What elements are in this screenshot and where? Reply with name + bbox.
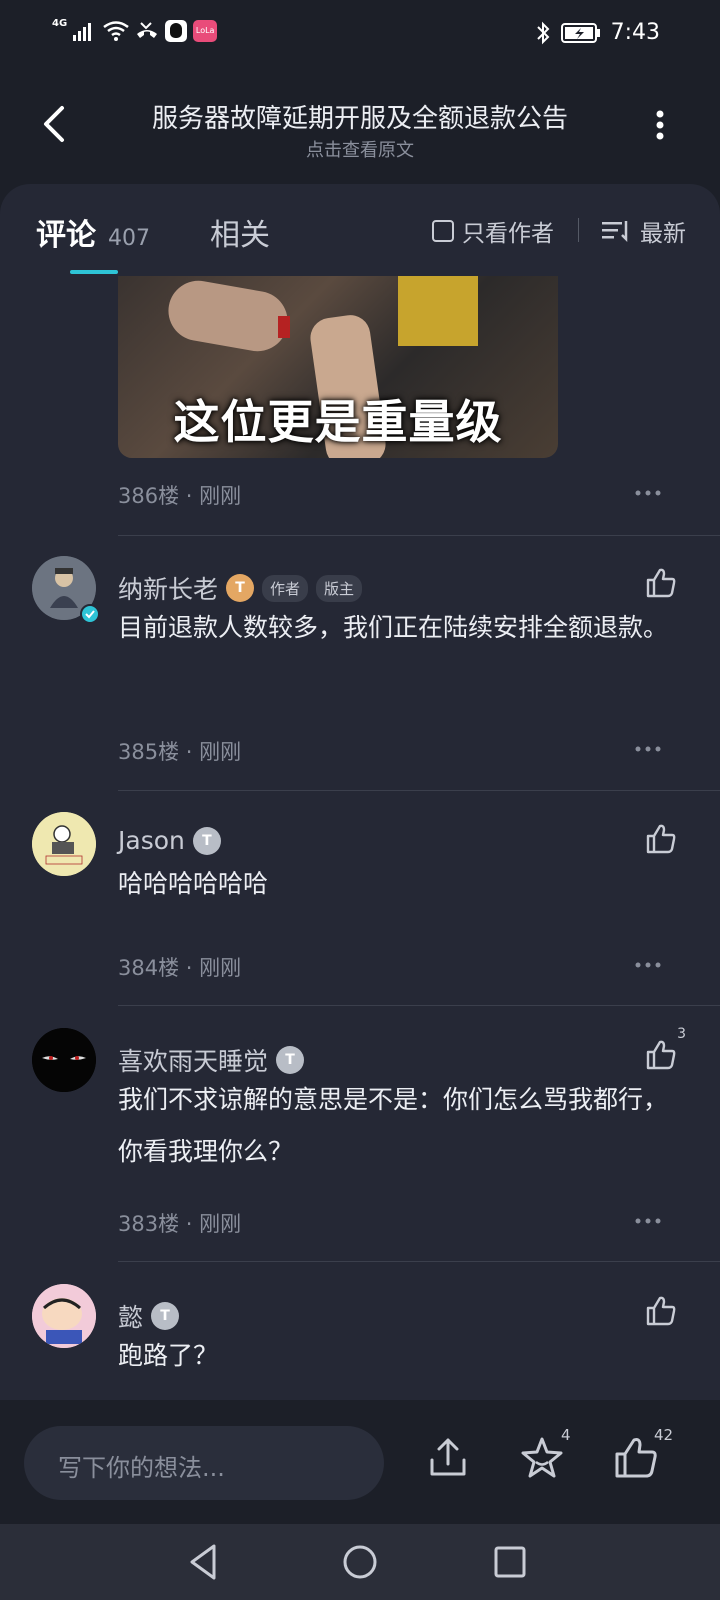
status-left-icons: 4G LoLa (52, 17, 218, 42)
network-type: 4G (52, 17, 68, 29)
like-icon[interactable] (644, 1294, 678, 1328)
sort-label: 最新 (640, 221, 686, 247)
status-bar: 4G LoLa 7:43 (0, 0, 720, 72)
comment-image[interactable]: 这位更是重量级 (118, 276, 558, 458)
bottom-action-bar: 写下你的想法... 4 42 (0, 1400, 720, 1524)
username[interactable]: 懿 (118, 1298, 143, 1334)
image-detail (163, 276, 293, 356)
more-horizontal-icon[interactable] (634, 488, 662, 498)
battery-charging-icon (560, 22, 600, 43)
level-badge-icon: T (226, 574, 255, 602)
comment-header: 纳新长老 T 作者 版主 (118, 570, 363, 606)
like-post-icon[interactable] (612, 1434, 660, 1482)
image-detail (278, 316, 290, 338)
author-only-filter[interactable]: 只看作者 (432, 214, 554, 248)
more-vertical-icon[interactable] (650, 108, 670, 142)
nav-home-icon[interactable] (338, 1540, 382, 1584)
avatar-dark-eyes (32, 1028, 96, 1092)
back-arrow-icon[interactable] (36, 102, 76, 146)
verified-icon (80, 604, 100, 624)
header: 服务器故障延期开服及全额退款公告 点击查看原文 (0, 72, 720, 182)
image-caption: 这位更是重量级 (173, 395, 503, 449)
share-icon[interactable] (424, 1434, 472, 1482)
tab-related[interactable]: 相关 (210, 210, 270, 254)
comments-panel: 评论 407 相关 只看作者 最新 这位更是重量级 386楼 · 刚刚 纳新长老… (0, 184, 720, 1524)
like-icon[interactable] (644, 1038, 678, 1072)
page-title[interactable]: 服务器故障延期开服及全额退款公告 (100, 98, 620, 135)
moderator-tag: 版主 (316, 574, 363, 602)
sort-icon (602, 221, 628, 243)
username[interactable]: Jason (118, 826, 185, 855)
comment-separator (118, 790, 720, 791)
qq-app-icon (165, 20, 188, 42)
like-count: 3 (677, 1026, 686, 1042)
missed-call-icon (137, 22, 158, 38)
floor-meta: 385楼 · 刚刚 (118, 740, 242, 764)
comment-separator (118, 1261, 720, 1262)
comment-input-placeholder: 写下你的想法... (58, 1454, 225, 1482)
comment-text: 目前退款人数较多，我们正在陆续安排全额退款。 (118, 613, 669, 642)
filter-divider (578, 218, 579, 242)
author-tag: 作者 (262, 574, 309, 602)
floor-meta: 386楼 · 刚刚 (118, 484, 242, 508)
floor-meta: 383楼 · 刚刚 (118, 1212, 242, 1236)
image-detail (398, 276, 478, 346)
favorite-star-icon[interactable] (518, 1434, 566, 1482)
author-only-label: 只看作者 (462, 221, 554, 247)
avatar-cartoon (32, 812, 96, 876)
comment-separator (118, 535, 720, 536)
more-horizontal-icon[interactable] (634, 960, 662, 970)
more-horizontal-icon[interactable] (634, 744, 662, 754)
signal-icon (73, 23, 92, 41)
comment-header: Jason T (118, 826, 221, 855)
post-like-count: 42 (654, 1426, 674, 1444)
system-nav-bar (0, 1524, 720, 1600)
active-tab-indicator (70, 270, 118, 274)
nav-back-icon[interactable] (182, 1540, 226, 1584)
author-only-checkbox[interactable] (432, 220, 454, 242)
lola-app-icon: LoLa (193, 20, 218, 42)
favorite-count: 4 (561, 1426, 571, 1444)
comment-header: 喜欢雨天睡觉 T (118, 1042, 305, 1078)
floor-meta: 384楼 · 刚刚 (118, 956, 242, 980)
avatar-cartoon-kid (32, 1284, 96, 1348)
bluetooth-icon (536, 21, 550, 44)
comment-separator (118, 1005, 720, 1006)
sort-button[interactable]: 最新 (602, 214, 686, 248)
view-original-link[interactable]: 点击查看原文 (100, 136, 620, 162)
level-badge-icon: T (192, 826, 221, 855)
nav-recents-icon[interactable] (488, 1540, 532, 1584)
avatar[interactable] (32, 1284, 96, 1348)
tab-comments[interactable]: 评论 407 (36, 210, 150, 254)
comment-text: 跑路了？ (118, 1341, 219, 1370)
username[interactable]: 纳新长老 (118, 570, 218, 606)
username[interactable]: 喜欢雨天睡觉 (118, 1042, 268, 1078)
like-icon[interactable] (644, 566, 678, 600)
comment-list[interactable]: 这位更是重量级 386楼 · 刚刚 纳新长老 T 作者 版主 目前退款人数较多，… (0, 276, 720, 1436)
like-icon[interactable] (644, 822, 678, 856)
comment-header: 懿 T (118, 1298, 180, 1334)
tab-comments-label: 评论 (36, 218, 96, 253)
comment-text: 我们不求谅解的意思是不是：你们怎么骂我都行，你看我理你么？ (118, 1085, 669, 1166)
avatar[interactable] (32, 1028, 96, 1092)
status-right-icons: 7:43 (535, 20, 660, 45)
level-badge-icon: T (151, 1302, 180, 1330)
level-badge-icon: T (276, 1046, 305, 1074)
avatar[interactable] (32, 812, 96, 876)
clock: 7:43 (610, 20, 660, 45)
more-horizontal-icon[interactable] (634, 1216, 662, 1226)
comments-count: 407 (108, 226, 150, 251)
comment-input[interactable]: 写下你的想法... (24, 1426, 384, 1500)
comment-text: 哈哈哈哈哈哈 (118, 869, 269, 898)
tab-bar: 评论 407 相关 只看作者 最新 (0, 184, 720, 276)
wifi-icon (103, 21, 129, 41)
